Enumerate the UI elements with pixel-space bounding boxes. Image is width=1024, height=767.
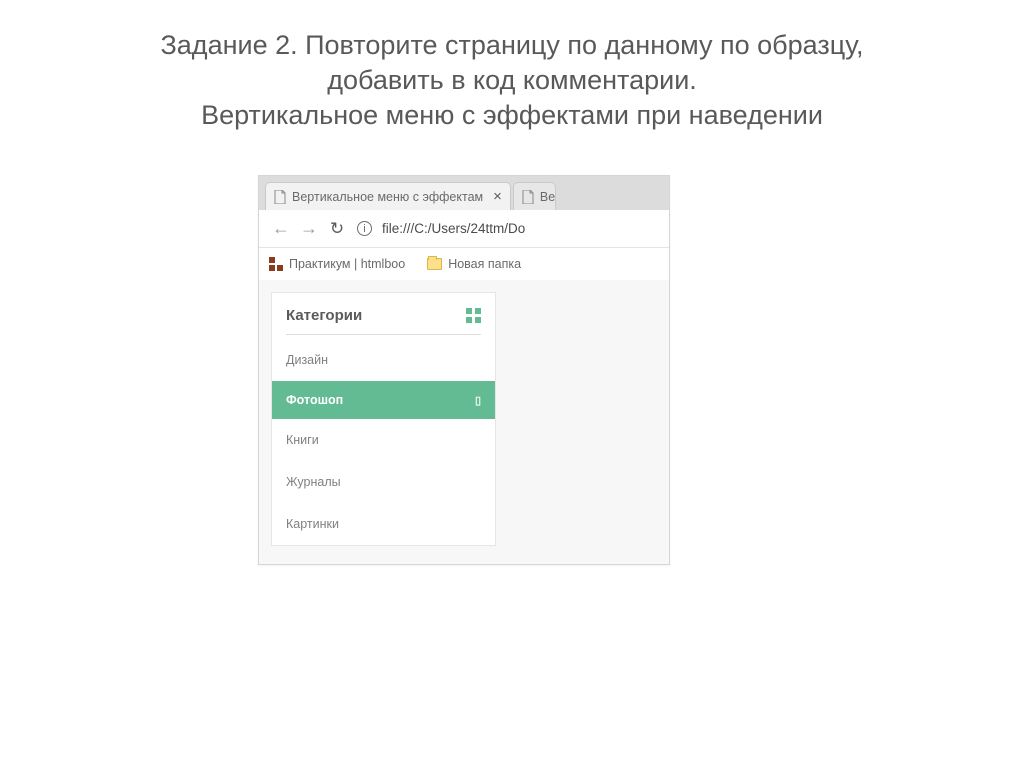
browser-toolbar: ← → ↻ i file:///C:/Users/24ttm/Do [259, 210, 669, 248]
site-icon [269, 257, 283, 271]
address-text: file:///C:/Users/24ttm/Do [382, 221, 525, 236]
tab-title: Ве [540, 190, 555, 204]
info-icon[interactable]: i [357, 221, 372, 236]
forward-button[interactable]: → [295, 218, 323, 239]
tab-strip: Вертикальное меню с эффектам × Ве [259, 176, 669, 210]
menu-list: Дизайн Фотошоп ▯ Книги Журналы Картинки [272, 335, 495, 545]
browser-tab-active[interactable]: Вертикальное меню с эффектам × [265, 182, 511, 210]
grid-icon[interactable] [466, 308, 481, 323]
heading-line-3: Вертикальное меню с эффектами при наведе… [0, 98, 1024, 133]
menu-item-pictures[interactable]: Картинки [272, 503, 495, 545]
reload-button[interactable]: ↻ [323, 219, 351, 239]
menu-title: Категории [286, 307, 362, 324]
bookmarks-bar: Практикум | htmlboo Новая папка [259, 248, 669, 280]
file-icon [274, 190, 286, 204]
bookmark-label: Новая папка [448, 257, 521, 271]
bookmark-item[interactable]: Практикум | htmlboo [269, 257, 405, 271]
menu-item-design[interactable]: Дизайн [272, 339, 495, 381]
address-bar[interactable]: i file:///C:/Users/24ttm/Do [357, 216, 661, 242]
close-icon[interactable]: × [493, 188, 502, 205]
file-icon [522, 190, 534, 204]
slide-heading: Задание 2. Повторите страницу по данному… [0, 0, 1024, 133]
heading-line-1: Задание 2. Повторите страницу по данному… [0, 28, 1024, 63]
browser-viewport: Категории Дизайн Фотошоп ▯ Книги Журналы… [259, 280, 669, 564]
back-button[interactable]: ← [267, 218, 295, 239]
menu-item-photoshop[interactable]: Фотошоп ▯ [272, 381, 495, 419]
chevron-right-icon: ▯ [475, 394, 481, 407]
menu-item-books[interactable]: Книги [272, 419, 495, 461]
menu-header: Категории [272, 293, 495, 334]
menu-item-journals[interactable]: Журналы [272, 461, 495, 503]
browser-tab-secondary[interactable]: Ве [513, 182, 556, 210]
menu-item-label: Фотошоп [286, 393, 343, 407]
folder-icon [427, 258, 442, 270]
browser-window: Вертикальное меню с эффектам × Ве ← → ↻ … [258, 175, 670, 565]
bookmark-item[interactable]: Новая папка [427, 257, 521, 271]
bookmark-label: Практикум | htmlboo [289, 257, 405, 271]
tab-title: Вертикальное меню с эффектам [292, 190, 483, 204]
categories-menu: Категории Дизайн Фотошоп ▯ Книги Журналы… [271, 292, 496, 546]
heading-line-2: добавить в код комментарии. [0, 63, 1024, 98]
